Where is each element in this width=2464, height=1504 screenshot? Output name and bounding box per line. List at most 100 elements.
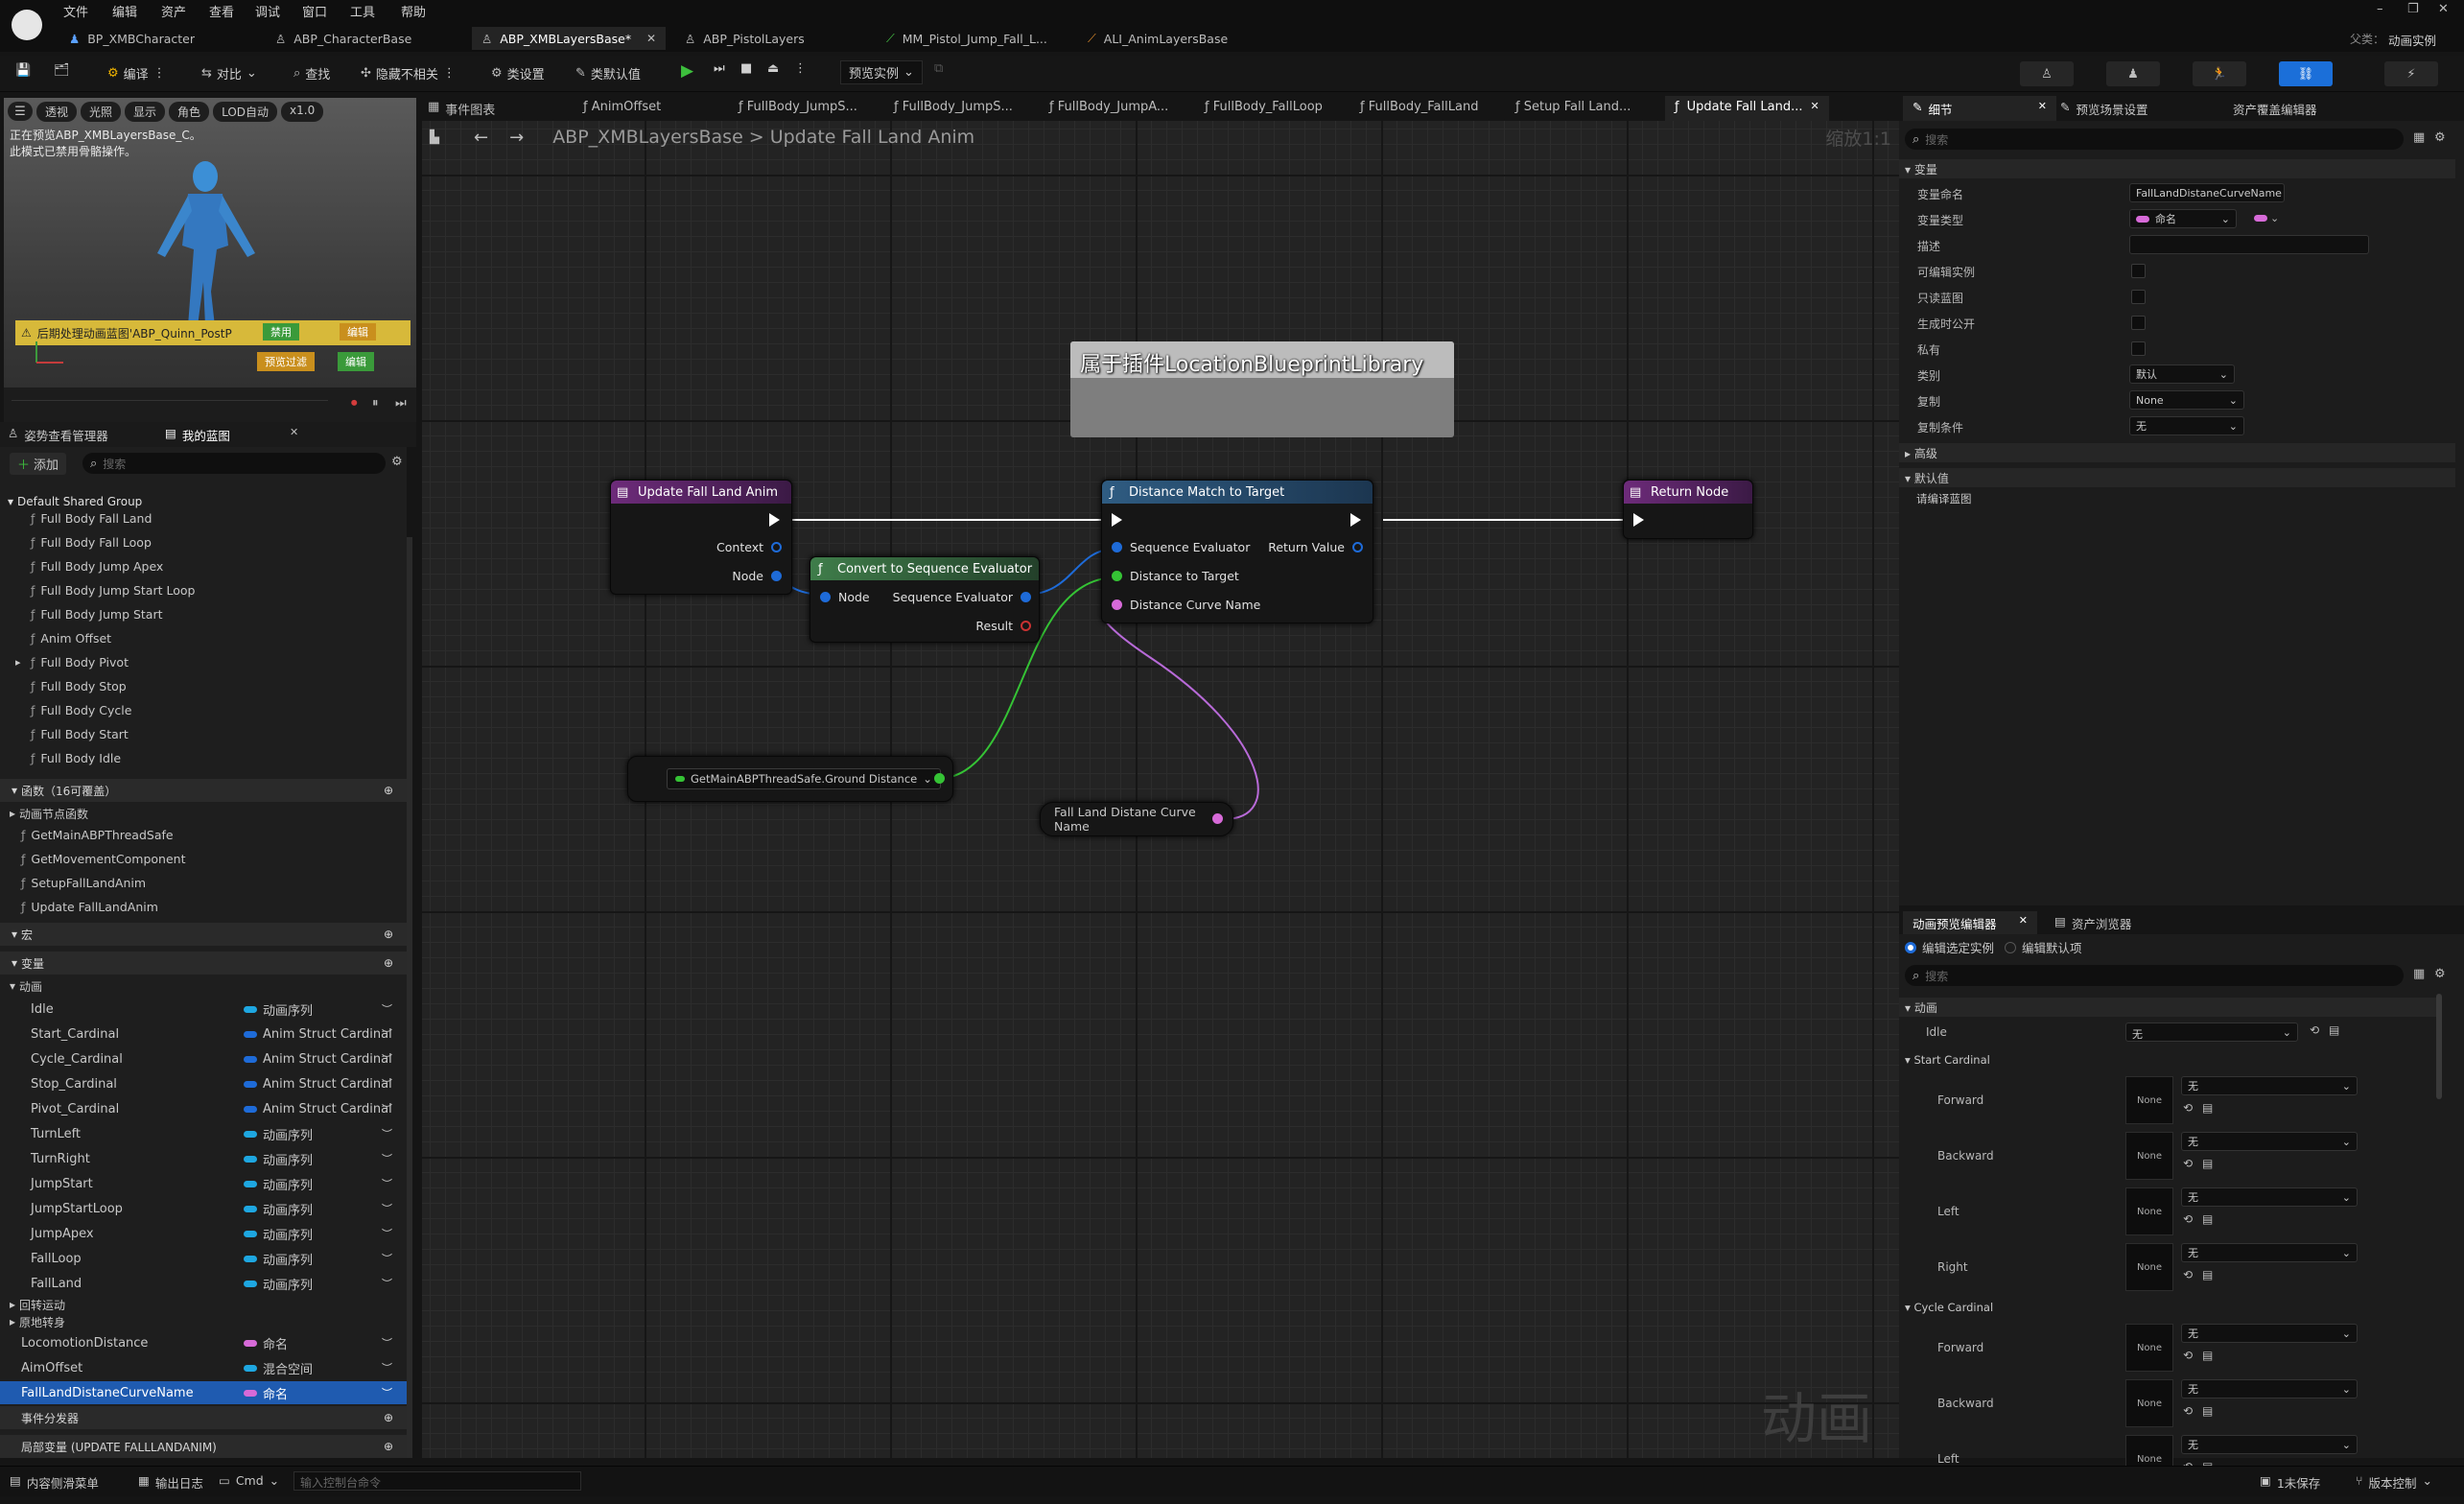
debug-filter-icon[interactable]: ⧉ bbox=[934, 61, 943, 76]
asset-thumbnail[interactable]: None bbox=[2125, 1132, 2173, 1180]
variable-type[interactable]: 动画序列 bbox=[244, 1000, 313, 1019]
cycle-cardinal-header[interactable]: ▾ Cycle Cardinal bbox=[1905, 1301, 1993, 1314]
minimize-icon[interactable]: – bbox=[2377, 2, 2383, 16]
variable-item[interactable]: FallLand 动画序列 ︶ bbox=[0, 1272, 407, 1295]
gear-icon[interactable]: ⚙ bbox=[2434, 967, 2446, 981]
add-dispatcher-icon[interactable]: ⊕ bbox=[384, 1411, 393, 1424]
tab-preview-scene[interactable]: ✎ 预览场景设置 bbox=[2060, 100, 2148, 118]
anim-search-input[interactable]: ⌕ 搜索 bbox=[1905, 965, 2404, 986]
left-scrollbar[interactable] bbox=[407, 537, 412, 1458]
anim-category[interactable]: ▾ 动画 bbox=[0, 975, 407, 998]
function-item[interactable]: ƒ GetMainABPThreadSafe bbox=[0, 823, 407, 846]
doc-tab-abp-xmblayersbase[interactable]: ♙ ABP_XMBLayersBase* ✕ bbox=[472, 27, 666, 50]
animation-mode-button[interactable]: 🏃 bbox=[2193, 61, 2246, 86]
layer-item[interactable]: ƒ Full Body Start bbox=[0, 722, 407, 745]
node-input-pin[interactable]: Node bbox=[820, 590, 870, 604]
console-input[interactable]: 输入控制台命令 bbox=[293, 1471, 581, 1491]
diff-button[interactable]: ⇆ 对比 ⌄ bbox=[201, 64, 257, 82]
parent-class-value[interactable]: 动画实例 bbox=[2388, 31, 2436, 49]
anim-node-functions[interactable]: ▸ 动画节点函数 bbox=[0, 802, 407, 825]
reset-icon[interactable]: ⟲ bbox=[2183, 1101, 2193, 1115]
function-item[interactable]: ƒ GetMovementComponent bbox=[0, 847, 407, 870]
source-control-button[interactable]: ⑂ 版本控制 ⌄ bbox=[2356, 1473, 2432, 1492]
maximize-icon[interactable]: ❐ bbox=[2407, 2, 2419, 16]
variable-item[interactable]: JumpApex 动画序列 ︶ bbox=[0, 1222, 407, 1245]
variable-type[interactable]: Anim Struct Cardinal bbox=[244, 1027, 392, 1042]
asset-dropdown[interactable]: 无 ⌄ bbox=[2181, 1076, 2358, 1095]
close-icon[interactable]: ✕ bbox=[646, 32, 656, 45]
visibility-icon[interactable]: ︶ bbox=[382, 1276, 392, 1291]
asset-dropdown[interactable]: 无 ⌄ bbox=[2181, 1132, 2358, 1151]
add-local-variable-icon[interactable]: ⊕ bbox=[384, 1440, 393, 1453]
property-dropdown[interactable]: 默认 ⌄ bbox=[2129, 364, 2235, 384]
variable-item[interactable]: FallLandDistaneCurveName 命名 ︶ bbox=[0, 1381, 407, 1404]
add-macro-icon[interactable]: ⊕ bbox=[384, 928, 393, 941]
preview-filter-button[interactable]: 预览过滤 bbox=[257, 352, 315, 371]
tab-asset-browser[interactable]: ▤ 资产浏览器 bbox=[2054, 914, 2131, 932]
preview-instance-dropdown[interactable]: 预览实例 ⌄ bbox=[840, 60, 923, 84]
variable-item[interactable]: Stop_Cardinal Anim Struct Cardinal ︶ bbox=[0, 1072, 407, 1095]
reset-icon[interactable]: ⟲ bbox=[2183, 1404, 2193, 1418]
table-view-icon[interactable]: ▦ bbox=[2413, 130, 2425, 145]
radio-edit-defaults[interactable]: 编辑默认项 bbox=[2005, 938, 2082, 956]
property-checkbox[interactable] bbox=[2131, 316, 2146, 330]
layer-item[interactable]: ƒ Full Body Fall Land bbox=[0, 506, 407, 529]
ground-distance-getter[interactable]: GetMainABPThreadSafe.Ground Distance ⌄ bbox=[627, 756, 953, 802]
menu-window[interactable]: 窗口 bbox=[302, 2, 327, 20]
result-pin[interactable]: Result bbox=[975, 619, 1031, 633]
variable-type[interactable]: 动画序列 bbox=[244, 1250, 313, 1268]
asset-dropdown[interactable]: 无 ⌄ bbox=[2181, 1379, 2358, 1398]
close-icon[interactable]: ✕ bbox=[2019, 914, 2028, 931]
layer-item[interactable]: ƒ Full Body Idle bbox=[0, 746, 407, 769]
advanced-section[interactable]: ▸ 高级 bbox=[1899, 443, 2455, 462]
variable-type[interactable]: 动画序列 bbox=[244, 1150, 313, 1168]
doc-tab-abp-pistollayers[interactable]: ♙ ABP_PistolLayers bbox=[685, 27, 805, 50]
compile-button[interactable]: ⚙ 编译 ⋮ bbox=[107, 64, 166, 82]
variable-type[interactable]: Anim Struct Cardinal bbox=[244, 1052, 392, 1067]
anim-section[interactable]: ▾ 动画 bbox=[1899, 998, 2436, 1017]
menu-edit[interactable]: 编辑 bbox=[112, 2, 137, 20]
visibility-icon[interactable]: ︶ bbox=[382, 1101, 392, 1116]
asset-thumbnail[interactable]: None bbox=[2125, 1379, 2173, 1427]
browse-asset-icon[interactable]: ▤ bbox=[2202, 1212, 2213, 1226]
return-node[interactable]: ▤ Return Node bbox=[1623, 480, 1753, 539]
graph-editor[interactable]: ▙ ← → ABP_XMBLayersBase > Update Fall La… bbox=[422, 121, 1899, 1458]
stop-icon[interactable]: ■ bbox=[740, 61, 752, 76]
asset-dropdown[interactable]: 无 ⌄ bbox=[2181, 1324, 2358, 1343]
gear-icon[interactable]: ⚙ bbox=[391, 455, 403, 469]
layer-item[interactable]: ƒ Full Body Jump Start bbox=[0, 602, 407, 625]
variable-item[interactable]: Pivot_Cardinal Anim Struct Cardinal ︶ bbox=[0, 1097, 407, 1120]
tab-fullbody-jumps-1[interactable]: ƒ FullBody_JumpS... bbox=[739, 100, 857, 114]
asset-thumbnail[interactable]: None bbox=[2125, 1243, 2173, 1291]
browse-asset-icon[interactable]: ▤ bbox=[2202, 1157, 2213, 1170]
visibility-icon[interactable]: ︶ bbox=[382, 1201, 392, 1216]
tab-update-fall-land[interactable]: ƒ Update Fall Land... ✕ bbox=[1665, 96, 1829, 121]
visibility-icon[interactable]: ︶ bbox=[382, 1385, 392, 1400]
preview-viewport[interactable]: ☰ 透视 光照 显示 角色 LOD自动 x1.0 正在预览ABP_XMBLaye… bbox=[4, 98, 416, 422]
reset-icon[interactable]: ⟲ bbox=[2310, 1023, 2319, 1037]
visibility-icon[interactable]: ︶ bbox=[382, 1126, 392, 1141]
lighting-button[interactable]: 光照 bbox=[81, 102, 122, 122]
layer-item[interactable]: ▸ ƒ Full Body Pivot bbox=[0, 650, 407, 673]
step-forward-icon[interactable]: ⏭ bbox=[395, 396, 407, 411]
add-function-icon[interactable]: ⊕ bbox=[384, 784, 393, 797]
close-icon[interactable]: ✕ bbox=[290, 426, 298, 438]
details-search-input[interactable]: ⌕ 搜索 bbox=[1905, 129, 2404, 150]
search-input[interactable]: ⌕ 搜索 bbox=[82, 453, 386, 474]
variable-item[interactable]: JumpStart 动画序列 ︶ bbox=[0, 1172, 407, 1195]
browse-asset-icon[interactable]: ▤ bbox=[2202, 1404, 2213, 1418]
save-icon[interactable]: 💾 bbox=[15, 63, 31, 78]
lod-button[interactable]: LOD自动 bbox=[213, 102, 278, 122]
pause-icon[interactable]: ⏸ bbox=[372, 396, 379, 411]
property-access-field[interactable]: GetMainABPThreadSafe.Ground Distance ⌄ bbox=[667, 768, 941, 789]
physics-mode-button[interactable]: ⚡ bbox=[2384, 61, 2438, 86]
variable-item[interactable]: FallLoop 动画序列 ︶ bbox=[0, 1247, 407, 1270]
asset-dropdown[interactable]: 无 ⌄ bbox=[2181, 1187, 2358, 1207]
event-dispatchers-section[interactable]: 事件分发器 ⊕ bbox=[0, 1406, 407, 1429]
close-icon[interactable]: ✕ bbox=[1811, 100, 1819, 117]
property-dropdown[interactable]: None ⌄ bbox=[2129, 390, 2244, 410]
menu-debug[interactable]: 调试 bbox=[255, 2, 280, 20]
variable-type[interactable]: Anim Struct Cardinal bbox=[244, 1102, 392, 1116]
class-settings-button[interactable]: ⚙ 类设置 bbox=[491, 64, 545, 82]
exec-out-pin[interactable] bbox=[769, 513, 780, 527]
